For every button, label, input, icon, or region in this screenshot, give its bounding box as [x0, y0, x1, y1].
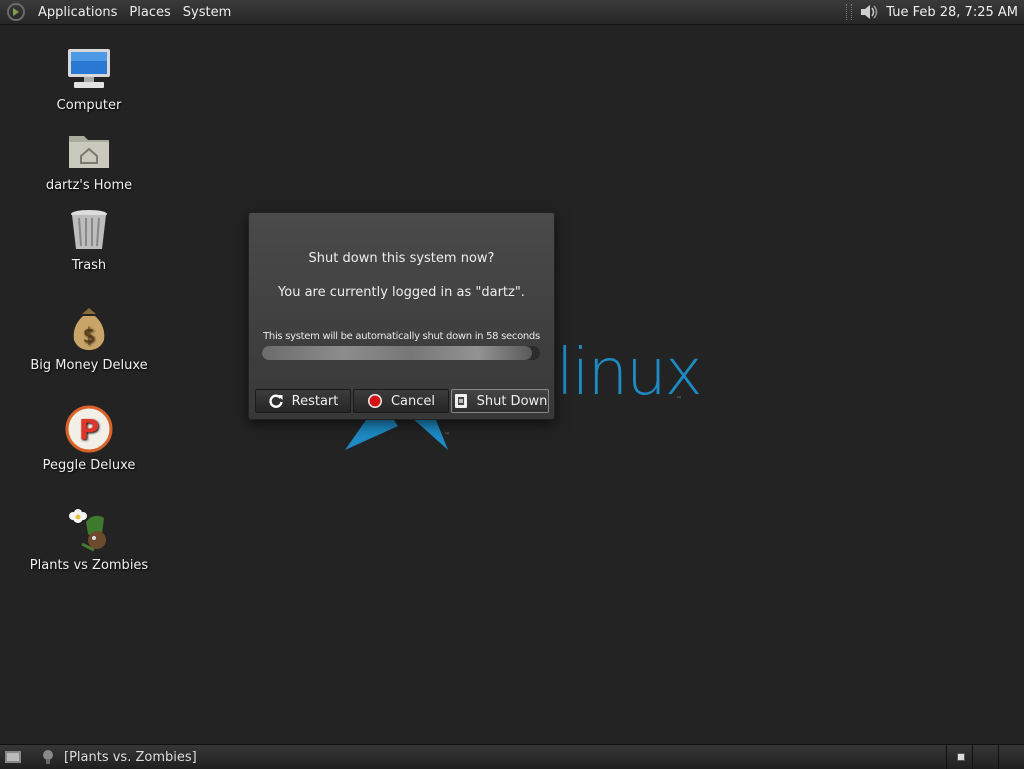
taskbar-item-label: [Plants vs. Zombies]: [64, 749, 197, 765]
show-desktop-icon[interactable]: [4, 749, 22, 765]
bottom-panel: [Plants vs. Zombies]: [0, 744, 1024, 769]
taskbar-item-plants-vs-zombies[interactable]: [Plants vs. Zombies]: [40, 749, 197, 765]
desktop-icon-big-money[interactable]: $ Big Money Deluxe: [24, 304, 154, 373]
menu-places[interactable]: Places: [123, 5, 176, 20]
money-bag-icon: $: [73, 308, 105, 350]
countdown-text: This system will be automatically shut d…: [263, 331, 540, 342]
shutdown-label: Shut Down: [476, 393, 548, 409]
desktop-icon-label: Plants vs Zombies: [29, 558, 149, 573]
desktop-icon-trash[interactable]: Trash: [24, 204, 154, 273]
wallpaper-tm: ™: [444, 432, 450, 439]
desktop-icon-label: Computer: [56, 98, 122, 113]
workspace-3[interactable]: [998, 745, 1024, 769]
countdown-progress-bar: [262, 346, 540, 360]
trash-icon: [71, 210, 107, 249]
restart-icon: [269, 394, 283, 408]
workspace-2[interactable]: [972, 745, 998, 769]
dialog-subtitle: You are currently logged in as "dartz".: [278, 285, 525, 300]
home-folder-icon: [69, 136, 109, 168]
desktop-icon-computer[interactable]: Computer: [24, 44, 154, 113]
shutdown-dialog: Shut down this system now? You are curre…: [248, 212, 555, 420]
desktop-icon-label: dartz's Home: [45, 178, 133, 193]
desktop-icon-plants-vs-zombies[interactable]: Plants vs Zombies: [24, 504, 154, 573]
svg-text:P: P: [79, 413, 100, 446]
desktop-icon-label: Trash: [71, 258, 107, 273]
dialog-title: Shut down this system now?: [308, 251, 495, 266]
menu-applications[interactable]: Applications: [32, 5, 123, 20]
desktop-icon-home[interactable]: dartz's Home: [24, 124, 154, 193]
workspace-1[interactable]: [946, 745, 972, 769]
peggle-icon: P: [65, 405, 113, 453]
desktop-icon-peggle[interactable]: P Peggle Deluxe: [24, 404, 154, 473]
wallpaper-tm: ™: [676, 396, 682, 403]
stop-icon: [367, 394, 382, 408]
cancel-button[interactable]: Cancel: [353, 389, 449, 413]
plants-vs-zombies-icon: [69, 509, 106, 552]
plants-vs-zombies-task-icon: [43, 750, 53, 764]
top-panel: Applications Places System Tue Feb 28, 7…: [0, 0, 1024, 25]
svg-text:$: $: [83, 323, 96, 347]
restart-label: Restart: [291, 393, 339, 409]
desktop-icon-label: Peggle Deluxe: [42, 458, 136, 473]
dialog-buttons: Restart Cancel Shut Down: [255, 389, 549, 413]
cancel-label: Cancel: [390, 393, 436, 409]
progress-fill: [262, 346, 532, 360]
restart-button[interactable]: Restart: [255, 389, 351, 413]
panel-separator: [846, 4, 853, 20]
shutdown-button[interactable]: Shut Down: [451, 389, 549, 413]
menu-system[interactable]: System: [177, 5, 237, 20]
desktop-icon-label: Big Money Deluxe: [30, 358, 148, 373]
clock[interactable]: Tue Feb 28, 7:25 AM: [886, 5, 1018, 20]
main-menu-logo-icon[interactable]: [6, 2, 26, 22]
volume-icon[interactable]: [858, 2, 880, 22]
computer-icon: [68, 49, 110, 88]
power-off-icon: [454, 394, 467, 408]
